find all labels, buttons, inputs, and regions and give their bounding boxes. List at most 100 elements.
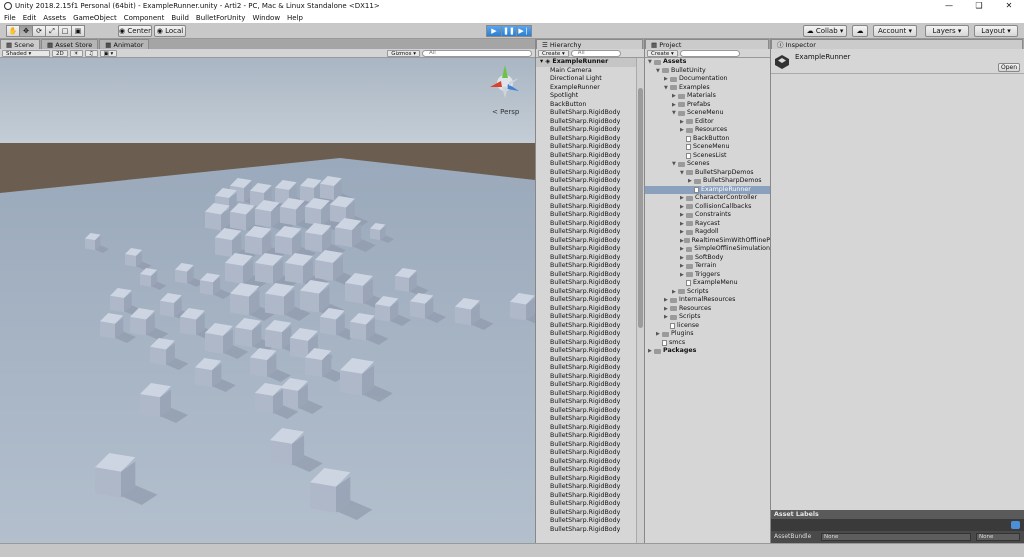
project-item[interactable]: ▼ BulletSharpDemos xyxy=(645,169,770,178)
tab-scene[interactable]: ▦ Scene xyxy=(0,39,41,49)
hierarchy-item[interactable]: BulletSharp.RigidBody xyxy=(536,492,644,501)
tab-animator[interactable]: ▦ Animator xyxy=(99,39,150,49)
hierarchy-item[interactable]: Main Camera xyxy=(536,67,644,76)
hierarchy-item[interactable]: BulletSharp.RigidBody xyxy=(536,211,644,220)
project-item[interactable]: ▶ Triggers xyxy=(645,271,770,280)
hierarchy-item[interactable]: BulletSharp.RigidBody xyxy=(536,356,644,365)
hierarchy-item[interactable]: BulletSharp.RigidBody xyxy=(536,339,644,348)
hierarchy-item[interactable]: BulletSharp.RigidBody xyxy=(536,279,644,288)
project-item[interactable]: ▶ Scripts xyxy=(645,288,770,297)
audio-toggle-icon[interactable]: ♫ xyxy=(84,49,98,57)
hierarchy-scrollbar[interactable] xyxy=(636,58,644,543)
hierarchy-item[interactable]: BulletSharp.RigidBody xyxy=(536,526,644,535)
hierarchy-root-scene[interactable]: ▾ ◈ ExampleRunner xyxy=(536,58,644,67)
menu-assets[interactable]: Assets xyxy=(43,14,66,22)
account-dropdown[interactable]: Account ▾ xyxy=(873,25,917,37)
hierarchy-item[interactable]: BulletSharp.RigidBody xyxy=(536,475,644,484)
tag-icon[interactable] xyxy=(1011,521,1020,529)
tab-hierarchy[interactable]: ☰ Hierarchy xyxy=(536,39,643,49)
scene-search-input[interactable]: All xyxy=(422,49,532,57)
project-item[interactable]: ExampleMenu xyxy=(645,279,770,288)
hierarchy-item[interactable]: BulletSharp.RigidBody xyxy=(536,126,644,135)
menu-file[interactable]: File xyxy=(4,14,16,22)
expand-right-icon[interactable]: ▶ xyxy=(680,245,686,254)
scene-render[interactable]: < Persp xyxy=(0,58,535,543)
pivot-center-button[interactable]: ◉ Center xyxy=(118,25,152,37)
project-item[interactable]: ▼ SceneMenu xyxy=(645,109,770,118)
hierarchy-item[interactable]: BulletSharp.RigidBody xyxy=(536,135,644,144)
project-item[interactable]: ▼ Assets xyxy=(645,58,770,67)
layers-dropdown[interactable]: Layers ▾ xyxy=(925,25,969,37)
project-item[interactable]: license xyxy=(645,322,770,331)
hierarchy-item[interactable]: BulletSharp.RigidBody xyxy=(536,118,644,127)
project-item[interactable]: ▶ Terrain xyxy=(645,262,770,271)
menu-build[interactable]: Build xyxy=(171,14,189,22)
hierarchy-item[interactable]: BulletSharp.RigidBody xyxy=(536,254,644,263)
maximize-icon[interactable]: ❑ xyxy=(964,0,994,12)
step-icon[interactable]: ▶❘ xyxy=(516,25,532,37)
project-item[interactable]: ▼ Examples xyxy=(645,84,770,93)
cloud-icon[interactable]: ☁ xyxy=(852,25,868,37)
project-item[interactable]: ▶ RealtimeSimWithOfflineP xyxy=(645,237,770,246)
scale-tool-icon[interactable]: ⤢ xyxy=(45,25,59,37)
mode-2d-toggle[interactable]: 2D xyxy=(52,49,68,57)
project-item[interactable]: ▶ Prefabs xyxy=(645,101,770,110)
hierarchy-scroll-thumb[interactable] xyxy=(638,88,643,328)
hierarchy-item[interactable]: Directional Light xyxy=(536,75,644,84)
project-item[interactable]: ▶ Raycast xyxy=(645,220,770,229)
project-item[interactable]: ▶ Constraints xyxy=(645,211,770,220)
menu-edit[interactable]: Edit xyxy=(23,14,37,22)
tab-inspector[interactable]: ⓘ Inspector xyxy=(771,39,1023,49)
hierarchy-create-button[interactable]: Create ▾ xyxy=(538,49,569,57)
project-item[interactable]: ▶ BulletSharpDemos xyxy=(645,177,770,186)
hierarchy-item[interactable]: BulletSharp.RigidBody xyxy=(536,169,644,178)
hierarchy-item[interactable]: BulletSharp.RigidBody xyxy=(536,364,644,373)
scene-viewport[interactable]: < Persp xyxy=(0,58,535,543)
hierarchy-item[interactable]: BulletSharp.RigidBody xyxy=(536,347,644,356)
rotate-tool-icon[interactable]: ⟳ xyxy=(32,25,46,37)
hierarchy-item[interactable]: ExampleRunner xyxy=(536,84,644,93)
project-item[interactable]: BackButton xyxy=(645,135,770,144)
hierarchy-item[interactable]: BulletSharp.RigidBody xyxy=(536,143,644,152)
hierarchy-item[interactable]: BulletSharp.RigidBody xyxy=(536,398,644,407)
hierarchy-item[interactable]: BulletSharp.RigidBody xyxy=(536,288,644,297)
lighting-toggle-icon[interactable]: ☀ xyxy=(69,49,83,57)
project-create-button[interactable]: Create ▾ xyxy=(647,49,678,57)
transform-tool-icon[interactable]: ▣ xyxy=(71,25,85,37)
pause-icon[interactable]: ❚❚ xyxy=(501,25,517,37)
menu-gameobject[interactable]: GameObject xyxy=(73,14,117,22)
hierarchy-item[interactable]: BulletSharp.RigidBody xyxy=(536,109,644,118)
hierarchy-item[interactable]: BulletSharp.RigidBody xyxy=(536,194,644,203)
project-item[interactable]: ▶ Scripts xyxy=(645,313,770,322)
hierarchy-item[interactable]: BulletSharp.RigidBody xyxy=(536,407,644,416)
menu-component[interactable]: Component xyxy=(124,14,165,22)
hierarchy-item[interactable]: BulletSharp.RigidBody xyxy=(536,262,644,271)
rect-tool-icon[interactable]: □ xyxy=(58,25,72,37)
hierarchy-item[interactable]: BulletSharp.RigidBody xyxy=(536,381,644,390)
project-item[interactable]: ExampleRunner xyxy=(645,185,770,194)
asset-bundle-dropdown[interactable]: None xyxy=(821,533,971,541)
hierarchy-item[interactable]: BulletSharp.RigidBody xyxy=(536,500,644,509)
hierarchy-item[interactable]: BulletSharp.RigidBody xyxy=(536,424,644,433)
move-tool-icon[interactable]: ✥ xyxy=(19,25,33,37)
project-item[interactable]: ▶ Materials xyxy=(645,92,770,101)
project-item[interactable]: ▼ Scenes xyxy=(645,160,770,169)
hierarchy-item[interactable]: Spotlight xyxy=(536,92,644,101)
splitter[interactable] xyxy=(770,39,771,543)
hierarchy-item[interactable]: BulletSharp.RigidBody xyxy=(536,509,644,518)
hierarchy-item[interactable]: BulletSharp.RigidBody xyxy=(536,517,644,526)
hierarchy-item[interactable]: BulletSharp.RigidBody xyxy=(536,271,644,280)
hierarchy-item[interactable]: BulletSharp.RigidBody xyxy=(536,160,644,169)
project-search-input[interactable] xyxy=(679,49,740,57)
close-icon[interactable]: ✕ xyxy=(994,0,1024,12)
hierarchy-item[interactable]: BulletSharp.RigidBody xyxy=(536,177,644,186)
project-item[interactable]: ▶ Packages xyxy=(645,347,770,356)
effects-dropdown-icon[interactable]: ▣ ▾ xyxy=(99,49,118,57)
hierarchy-item[interactable]: BulletSharp.RigidBody xyxy=(536,228,644,237)
project-item[interactable]: ▼ BulletUnity xyxy=(645,67,770,76)
project-item[interactable]: smcs xyxy=(645,339,770,348)
hierarchy-item[interactable]: BackButton xyxy=(536,101,644,110)
menu-help[interactable]: Help xyxy=(287,14,303,22)
layout-dropdown[interactable]: Layout ▾ xyxy=(974,25,1018,37)
hierarchy-item[interactable]: BulletSharp.RigidBody xyxy=(536,322,644,331)
